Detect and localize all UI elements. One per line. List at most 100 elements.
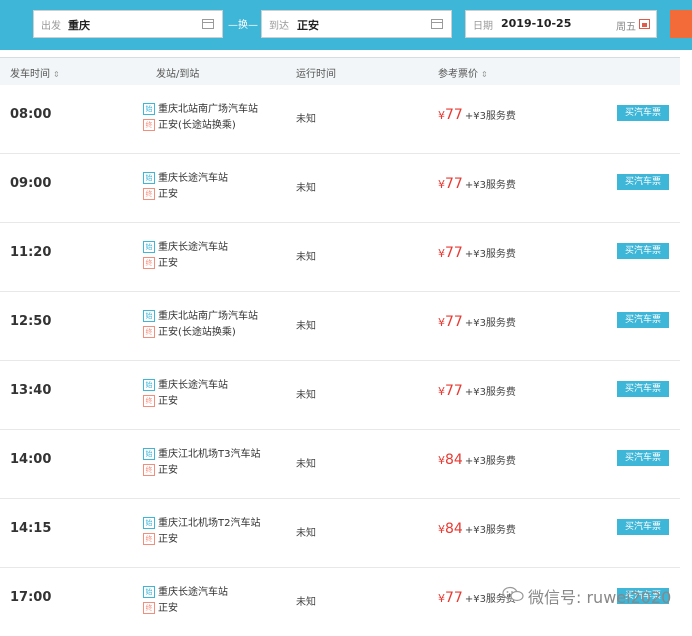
service-fee: +¥3服务费 [464,387,516,398]
depart-time: 17:00 [10,590,52,605]
from-station-name: 重庆长途汽车站 [158,380,228,391]
to-station-name: 正安(长途站换乘) [158,120,236,131]
to-station-name: 正安 [158,396,178,407]
service-fee: +¥3服务费 [464,249,516,260]
currency: ¥ [438,109,445,122]
depart-time: 14:15 [10,521,52,536]
start-badge: 始 [143,379,155,391]
depart-time: 11:20 [10,245,52,260]
currency: ¥ [438,247,445,260]
duration: 未知 [296,459,316,470]
price-amount: 77 [445,107,463,123]
price: ¥77 +¥3服务费 [438,242,516,261]
watermark-text: 微信号: ruwei2020 [528,588,672,607]
price-amount: 77 [445,176,463,192]
end-badge: 终 [143,119,155,131]
buy-ticket-button[interactable]: 买汽车票 [617,105,669,121]
service-fee: +¥3服务费 [464,111,516,122]
to-station-name: 正安 [158,534,178,545]
header-duration: 运行时间 [296,69,336,80]
end-badge: 终 [143,257,155,269]
start-badge: 始 [143,517,155,529]
from-station: 始重庆江北机场T3汽车站 [143,445,260,460]
date-label: 日期 [473,21,493,32]
from-field[interactable]: 出发 重庆 [33,10,223,38]
to-station: 终正安(长途站换乘) [143,116,236,131]
currency: ¥ [438,178,445,191]
price-amount: 84 [445,521,463,537]
duration: 未知 [296,252,316,263]
service-fee: +¥3服务费 [464,525,516,536]
to-station-name: 正安(长途站换乘) [158,327,236,338]
from-station: 始重庆北站南广场汽车站 [143,100,258,115]
price: ¥84 +¥3服务费 [438,449,516,468]
start-badge: 始 [143,448,155,460]
date-field[interactable]: 日期 2019-10-25 周五 [465,10,657,38]
swap-button[interactable]: —换— [228,16,258,31]
from-station-name: 重庆北站南广场汽车站 [158,311,258,322]
from-station: 始重庆长途汽车站 [143,169,228,184]
end-badge: 终 [143,326,155,338]
to-station: 终正安 [143,185,178,200]
calendar-icon[interactable] [202,19,214,29]
from-station-name: 重庆江北机场T2汽车站 [158,518,261,529]
depart-time: 09:00 [10,176,52,191]
start-badge: 始 [143,172,155,184]
to-station-name: 正安 [158,465,178,476]
start-badge: 始 [143,586,155,598]
to-value: 正安 [297,19,319,32]
wechat-icon [502,586,524,602]
service-fee: +¥3服务费 [464,180,516,191]
duration: 未知 [296,183,316,194]
to-station: 终正安 [143,392,178,407]
end-badge: 终 [143,533,155,545]
from-station-name: 重庆江北机场T3汽车站 [158,449,261,460]
header-depart-time[interactable]: 发车时间 ⇕ [10,65,60,80]
depart-time: 13:40 [10,383,52,398]
header-stations: 发站/到站 [156,69,200,80]
to-label: 到达 [269,21,289,32]
table-header: 发车时间 ⇕ 发站/到站 运行时间 参考票价 ⇕ [0,57,680,85]
buy-ticket-button[interactable]: 买汽车票 [617,519,669,535]
duration: 未知 [296,597,316,608]
weekday-label: 周五 [616,22,636,33]
sort-icon[interactable]: ⇕ [53,70,60,79]
price: ¥84 +¥3服务费 [438,518,516,537]
to-field[interactable]: 到达 正安 [261,10,452,38]
to-station: 终正安 [143,599,178,614]
table-row: 11:20 始重庆长途汽车站 终正安 未知 ¥77 +¥3服务费 买汽车票 [0,222,680,292]
from-station: 始重庆长途汽车站 [143,583,228,598]
buy-ticket-button[interactable]: 买汽车票 [617,450,669,466]
search-button[interactable] [670,10,692,38]
end-badge: 终 [143,602,155,614]
table-row: 14:15 始重庆江北机场T2汽车站 终正安 未知 ¥84 +¥3服务费 买汽车票 [0,498,680,568]
service-fee: +¥3服务费 [464,318,516,329]
price-amount: 77 [445,590,463,606]
from-station: 始重庆北站南广场汽车站 [143,307,258,322]
service-fee: +¥3服务费 [464,456,516,467]
from-label: 出发 [41,21,61,32]
duration: 未知 [296,114,316,125]
calendar-icon[interactable] [431,19,443,29]
currency: ¥ [438,316,445,329]
from-station: 始重庆长途汽车站 [143,238,228,253]
buy-ticket-button[interactable]: 买汽车票 [617,174,669,190]
calendar-icon[interactable] [639,19,650,29]
header-depart-time-label: 发车时间 [10,69,50,80]
to-station: 终正安 [143,461,178,476]
price-amount: 84 [445,452,463,468]
price: ¥77 +¥3服务费 [438,311,516,330]
header-price[interactable]: 参考票价 ⇕ [438,65,488,80]
buy-ticket-button[interactable]: 买汽车票 [617,243,669,259]
from-station-name: 重庆北站南广场汽车站 [158,104,258,115]
currency: ¥ [438,592,445,605]
sort-icon[interactable]: ⇕ [481,70,488,79]
price: ¥77 +¥3服务费 [438,380,516,399]
currency: ¥ [438,523,445,536]
buy-ticket-button[interactable]: 买汽车票 [617,312,669,328]
price-amount: 77 [445,314,463,330]
header-price-label: 参考票价 [438,69,478,80]
price: ¥77 +¥3服务费 [438,104,516,123]
start-badge: 始 [143,103,155,115]
buy-ticket-button[interactable]: 买汽车票 [617,381,669,397]
